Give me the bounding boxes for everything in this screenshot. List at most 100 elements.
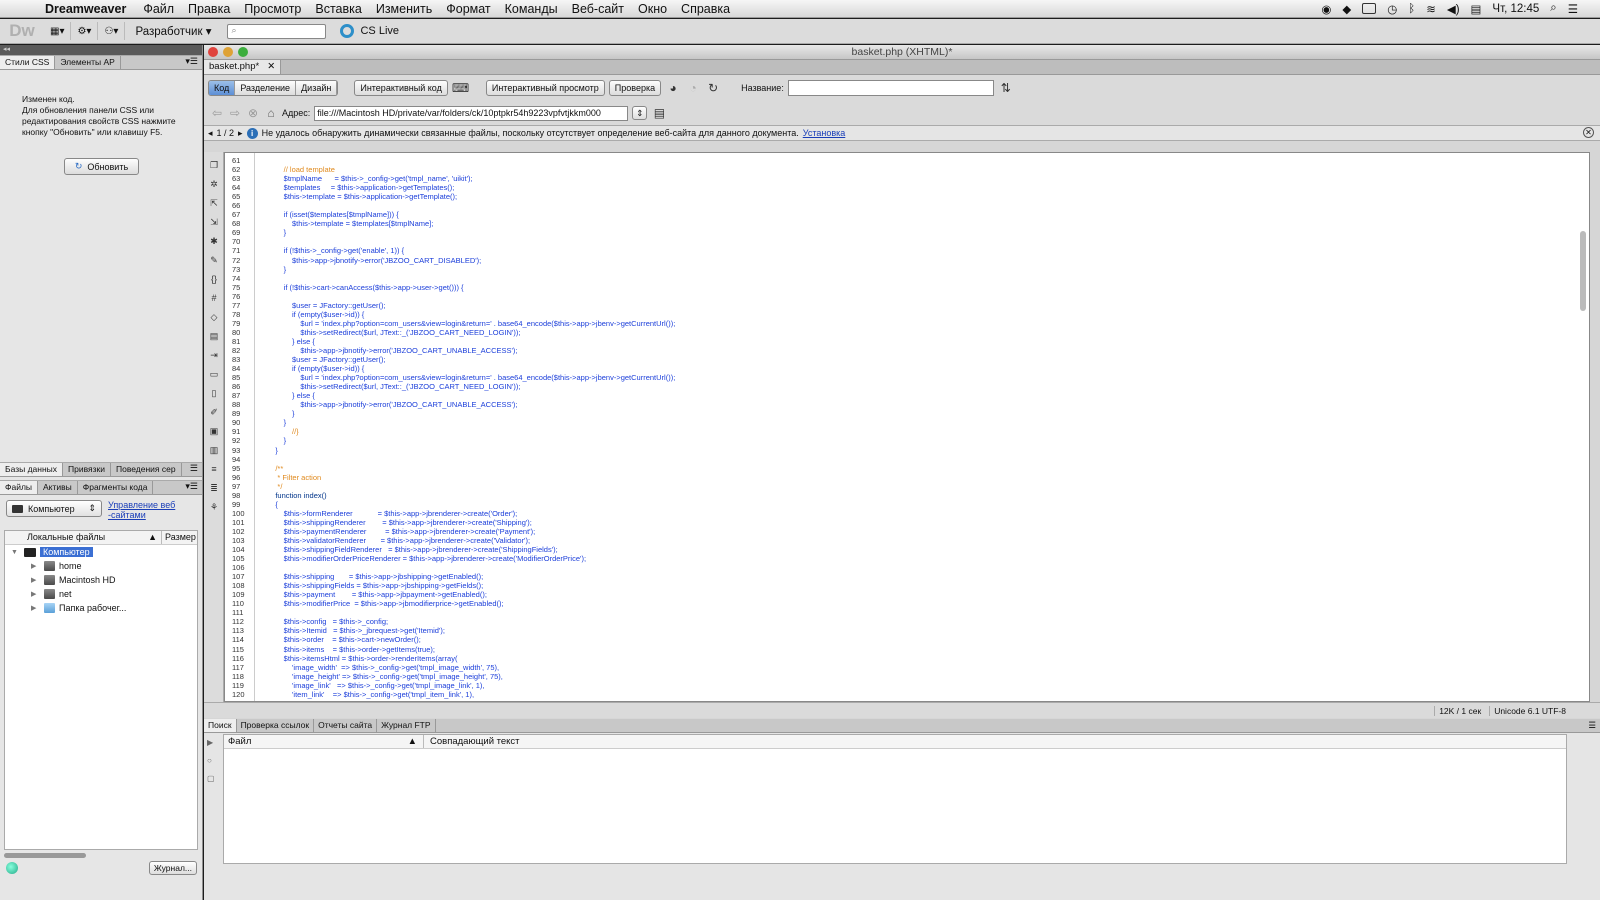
code-scrollbar[interactable]	[1580, 231, 1586, 311]
play-icon[interactable]: ▶	[207, 738, 221, 752]
site-button[interactable]: ⚇▾	[98, 22, 126, 40]
notification-icon[interactable]: ☰	[1568, 2, 1578, 16]
title-input[interactable]	[787, 80, 994, 96]
prev-icon[interactable]: ◂	[208, 128, 213, 139]
menu-insert[interactable]: Вставка	[308, 2, 368, 16]
address-input[interactable]: file:///Macintosh HD/private/var/folders…	[314, 105, 629, 121]
help-search-input[interactable]: ⌕	[227, 23, 327, 39]
live-view-button[interactable]: Интерактивный просмотр	[485, 80, 605, 96]
stop-icon[interactable]: ○	[207, 756, 221, 770]
preview-icon[interactable]: ◕	[665, 81, 681, 95]
collapse-bar[interactable]: ◂◂	[0, 45, 202, 55]
auto-indent-icon[interactable]: ⇥	[207, 349, 221, 361]
file-management-icon[interactable]: ⇅	[998, 81, 1014, 95]
code-view[interactable]: 61 62 // load template 63 $tmplName = $thi…	[224, 152, 1590, 702]
check-button[interactable]: Проверка	[608, 80, 662, 96]
setup-link[interactable]: Установка	[803, 128, 846, 138]
flag-icon[interactable]: ▤	[1471, 2, 1482, 16]
move-css-icon[interactable]: ▥	[207, 444, 221, 456]
wrap-tag-icon[interactable]: ✐	[207, 406, 221, 418]
tab-css-styles[interactable]: Стили CSS	[0, 56, 56, 69]
spotlight-icon[interactable]: ⌕	[1550, 2, 1556, 15]
bluetooth-icon[interactable]: ᛒ	[1408, 3, 1415, 15]
save-report-icon[interactable]: ▢	[207, 774, 221, 788]
tab-assets[interactable]: Активы	[38, 481, 78, 494]
manage-sites-link[interactable]: Управление веб -сайтами	[108, 500, 175, 520]
status-icon[interactable]	[6, 862, 18, 874]
recent-snippets-icon[interactable]: ▣	[207, 425, 221, 437]
forward-icon[interactable]: ⇨	[228, 106, 242, 120]
menu-edit[interactable]: Правка	[181, 2, 237, 16]
view-options-icon[interactable]: ▤	[651, 106, 667, 120]
tree-item-desktop[interactable]: ▶ Папка рабочег...	[5, 601, 197, 615]
apply-comment-icon[interactable]: ▭	[207, 368, 221, 380]
time-machine-icon[interactable]: ◷	[1387, 2, 1397, 16]
encoding-status[interactable]: Unicode 6.1 UTF-8	[1489, 705, 1570, 716]
panel-options-icon[interactable]: ☰	[186, 463, 202, 476]
col-size[interactable]: Размер	[161, 531, 197, 544]
expand-all-icon[interactable]: ✱	[207, 235, 221, 247]
tree-item-macintosh-hd[interactable]: ▶ Macintosh HD	[5, 573, 197, 587]
panel-options-icon[interactable]: ☰	[1584, 719, 1600, 732]
tree-item-net[interactable]: ▶ net	[5, 587, 197, 601]
close-icon[interactable]: ✕	[267, 60, 275, 74]
tab-search[interactable]: Поиск	[204, 719, 237, 732]
clock[interactable]: Чт, 12:45	[1492, 3, 1539, 15]
format-source-icon[interactable]: ⚘	[207, 501, 221, 513]
menu-commands[interactable]: Команды	[498, 2, 565, 16]
tab-databases[interactable]: Базы данных	[0, 463, 64, 476]
tab-snippets[interactable]: Фрагменты кода	[78, 481, 154, 494]
select-parent-tag-icon[interactable]: ✎	[207, 254, 221, 266]
tab-bindings[interactable]: Привязки	[63, 463, 111, 476]
menu-site[interactable]: Веб-сайт	[565, 2, 631, 16]
close-icon[interactable]: ✕	[1583, 127, 1594, 138]
syntax-coloring-icon[interactable]: ▤	[207, 330, 221, 342]
tab-site-reports[interactable]: Отчеты сайта	[314, 719, 378, 732]
tree-item-root[interactable]: ▼ Компьютер	[5, 545, 197, 559]
show-code-navigator-icon[interactable]: ✲	[207, 178, 221, 190]
skype-icon[interactable]: ◉	[1321, 2, 1331, 16]
app-menu[interactable]: Dreamweaver	[40, 2, 136, 16]
indent-code-icon[interactable]: ≡	[207, 463, 221, 475]
col-local-files[interactable]: Локальные файлы ▲	[5, 531, 161, 544]
tab-link-checker[interactable]: Проверка ссылок	[237, 719, 315, 732]
document-tab[interactable]: basket.php* ✕	[204, 60, 282, 74]
extend-button[interactable]: ⚙▾	[71, 22, 99, 40]
log-button[interactable]: Журнал...	[148, 861, 197, 875]
menu-file[interactable]: Файл	[136, 2, 181, 16]
stop-icon[interactable]: ⊗	[246, 106, 260, 120]
collapse-selection-icon[interactable]: ⇲	[207, 216, 221, 228]
highlight-invalid-icon[interactable]: ◇	[207, 311, 221, 323]
next-icon[interactable]: ▸	[238, 128, 243, 139]
tab-ftp-log[interactable]: Журнал FTP	[377, 719, 436, 732]
cslive-button[interactable]: CS Live	[340, 24, 399, 38]
tab-files[interactable]: Файлы	[0, 481, 39, 494]
panel-options-icon[interactable]: ▾☰	[181, 481, 202, 494]
col-matched-text[interactable]: Совпадающий текст	[424, 735, 520, 748]
back-icon[interactable]: ⇦	[210, 106, 224, 120]
dropbox-icon[interactable]: ◆	[1342, 2, 1351, 16]
balance-braces-icon[interactable]: {}	[207, 273, 221, 285]
remove-comment-icon[interactable]: ▯	[207, 387, 221, 399]
multiscreen-icon[interactable]: ◔	[685, 81, 701, 95]
address-dropdown[interactable]: ⇕	[632, 106, 648, 120]
wifi-icon[interactable]: ≋	[1426, 2, 1436, 16]
layout-button[interactable]: ▦▾	[44, 22, 72, 40]
home-icon[interactable]: ⌂	[264, 106, 278, 120]
live-code-button[interactable]: Интерактивный код	[354, 80, 448, 96]
tab-ap-elements[interactable]: Элементы AP	[55, 56, 121, 69]
open-documents-icon[interactable]: ❐	[207, 159, 221, 171]
line-numbers-icon[interactable]: #	[207, 292, 221, 304]
tab-server-behaviors[interactable]: Поведения сер	[111, 463, 182, 476]
volume-icon[interactable]: ◀)	[1447, 2, 1460, 16]
code-view-button[interactable]: Код	[209, 81, 236, 95]
tree-item-home[interactable]: ▶ home	[5, 559, 197, 573]
menu-view[interactable]: Просмотр	[237, 2, 308, 16]
menu-modify[interactable]: Изменить	[369, 2, 439, 16]
refresh-button[interactable]: ↻ Обновить	[64, 158, 139, 175]
site-dropdown[interactable]: Компьютер ⇕	[6, 500, 102, 517]
outdent-code-icon[interactable]: ≣	[207, 482, 221, 494]
inspect-icon[interactable]: ⌨	[452, 81, 469, 95]
refresh-icon[interactable]: ↻	[705, 81, 721, 95]
workspace-switcher[interactable]: Разработчик ▾	[125, 24, 221, 38]
